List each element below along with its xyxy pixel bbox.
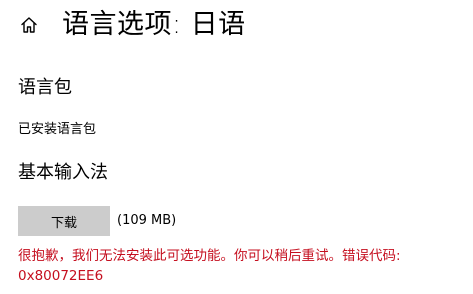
download-size: (109 MB) xyxy=(117,213,177,228)
home-icon xyxy=(21,17,37,33)
download-button[interactable]: 下载 xyxy=(18,206,110,236)
language-pack-heading: 语言包 xyxy=(18,77,72,98)
basic-input-method-heading: 基本输入法 xyxy=(18,162,108,183)
language-pack-status: 已安装语言包 xyxy=(18,122,97,137)
home-button[interactable] xyxy=(16,12,42,38)
error-message: 很抱歉，我们无法安装此可选功能。你可以稍后重试。错误代码: 0x80072EE6 xyxy=(18,248,401,284)
page-title: 语言选项: 日语 xyxy=(62,9,246,40)
